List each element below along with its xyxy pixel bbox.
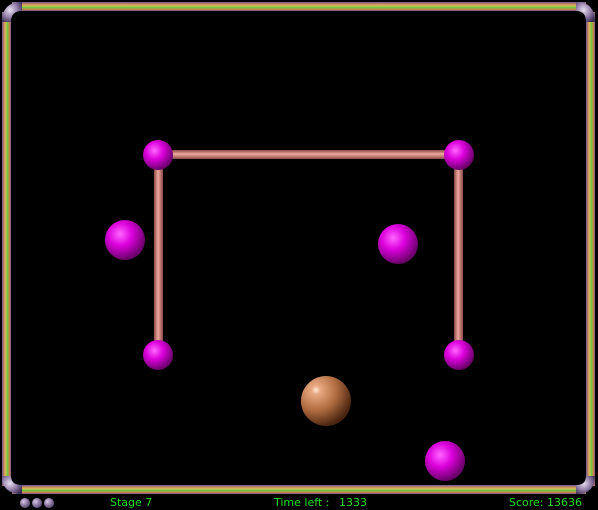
frame-bottom (12, 485, 586, 494)
wall-node-bottom-right (444, 340, 474, 370)
corner-top-right (576, 2, 595, 22)
wall-node-bottom-left (143, 340, 173, 370)
wall-pipe-top (158, 150, 458, 159)
wall-pipe-right (454, 156, 463, 354)
life-ball-icon (32, 498, 42, 508)
wall-pipe-left (154, 156, 163, 354)
stage-label: Stage 7 (110, 496, 153, 509)
frame-top (12, 2, 586, 11)
corner-bottom-right (576, 476, 595, 494)
frame-left (2, 12, 11, 486)
corner-bottom-left (2, 476, 22, 494)
game-stage[interactable]: Stage 7 Time left : 1333 Score: 13636 (0, 0, 598, 510)
enemy-ball (425, 441, 465, 481)
lives-indicator (20, 498, 54, 508)
enemy-ball (105, 220, 145, 260)
wall-node-top-left (143, 140, 173, 170)
time-left-value: 1333 (339, 496, 367, 509)
frame-right (586, 12, 595, 486)
arena-frame (2, 2, 595, 494)
play-field (2, 2, 595, 494)
corner-top-left (2, 2, 22, 22)
score-label: Score: 13636 (509, 496, 583, 509)
wall-node-top-right (444, 140, 474, 170)
player-ball[interactable] (301, 376, 351, 426)
life-ball-icon (20, 498, 30, 508)
enemy-ball (378, 224, 418, 264)
life-ball-icon (44, 498, 54, 508)
time-left-label: Time left : (274, 496, 330, 509)
